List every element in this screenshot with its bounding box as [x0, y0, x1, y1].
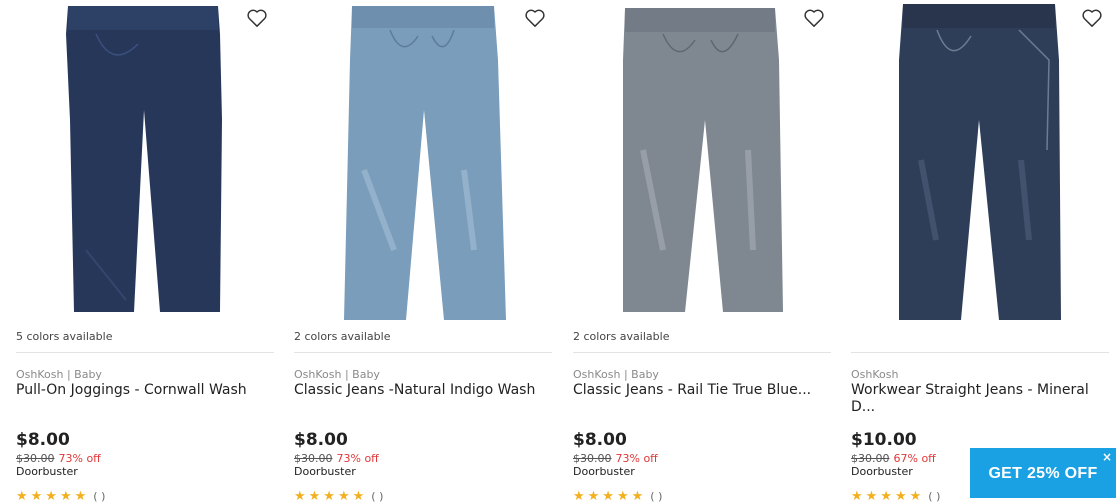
doorbuster-badge: Doorbuster: [573, 465, 635, 478]
doorbuster-badge: Doorbuster: [851, 465, 913, 478]
product-card[interactable]: 2 colors available OshKosh | Baby Classi…: [294, 0, 554, 504]
original-price-row: $30.00 73% off: [16, 452, 101, 465]
sale-price: $10.00: [851, 430, 917, 450]
original-price-row: $30.00 73% off: [573, 452, 658, 465]
star-icons: ★★★★★: [16, 489, 90, 504]
favorite-heart-icon[interactable]: [246, 8, 268, 28]
original-price: $30.00: [294, 452, 333, 465]
favorite-heart-icon[interactable]: [1081, 8, 1103, 28]
colors-available[interactable]: 2 colors available: [294, 330, 390, 343]
product-name-link[interactable]: Pull-On Joggings - Cornwall Wash: [16, 382, 247, 398]
colors-available[interactable]: 5 colors available: [16, 330, 112, 343]
promo-banner-button[interactable]: GET 25% OFF ×: [970, 448, 1116, 498]
favorite-heart-icon[interactable]: [524, 8, 546, 28]
doorbuster-badge: Doorbuster: [294, 465, 356, 478]
product-card[interactable]: 5 colors available OshKosh | Baby Pull-O…: [16, 0, 276, 504]
original-price: $30.00: [573, 452, 612, 465]
product-name-link[interactable]: Classic Jeans - Rail Tie True Blue...: [573, 382, 811, 398]
promo-label: GET 25% OFF: [988, 465, 1098, 482]
product-image[interactable]: [294, 0, 554, 325]
product-image[interactable]: [16, 0, 276, 325]
star-icons: ★★★★★: [573, 489, 647, 504]
product-image[interactable]: [573, 0, 833, 325]
review-count: ( ): [928, 490, 941, 503]
divider: [16, 352, 274, 353]
colors-available[interactable]: 2 colors available: [573, 330, 669, 343]
doorbuster-badge: Doorbuster: [16, 465, 78, 478]
product-card[interactable]: OshKosh Workwear Straight Jeans - Minera…: [851, 0, 1111, 504]
star-icons: ★★★★★: [294, 489, 368, 504]
review-count: ( ): [93, 490, 106, 503]
product-image[interactable]: [851, 0, 1111, 325]
discount-label: 73% off: [336, 452, 379, 465]
sale-price: $8.00: [16, 430, 70, 450]
jeans-image-icon: [66, 6, 222, 312]
review-count: ( ): [650, 490, 663, 503]
sale-price: $8.00: [573, 430, 627, 450]
original-price-row: $30.00 73% off: [294, 452, 379, 465]
brand-label: OshKosh: [851, 368, 899, 381]
divider: [294, 352, 552, 353]
rating-stars: ★★★★★( ): [16, 489, 105, 504]
brand-label: OshKosh | Baby: [294, 368, 380, 381]
original-price: $30.00: [16, 452, 55, 465]
product-name-link[interactable]: Workwear Straight Jeans - Mineral D...: [851, 382, 1089, 415]
product-card[interactable]: 2 colors available OshKosh | Baby Classi…: [573, 0, 833, 504]
rating-stars: ★★★★★( ): [294, 489, 383, 504]
sale-price: $8.00: [294, 430, 348, 450]
review-count: ( ): [371, 490, 384, 503]
original-price-row: $30.00 67% off: [851, 452, 936, 465]
product-grid: 5 colors available OshKosh | Baby Pull-O…: [0, 0, 1116, 504]
original-price: $30.00: [851, 452, 890, 465]
rating-stars: ★★★★★( ): [851, 489, 940, 504]
divider: [573, 352, 831, 353]
jeans-image-icon: [899, 4, 1061, 320]
product-name[interactable]: Pull-On Joggings - Cornwall Wash: [16, 382, 274, 399]
product-name[interactable]: Workwear Straight Jeans - Mineral D...: [851, 382, 1109, 416]
product-name[interactable]: Classic Jeans - Rail Tie True Blue...: [573, 382, 831, 399]
brand-label: OshKosh | Baby: [16, 368, 102, 381]
favorite-heart-icon[interactable]: [803, 8, 825, 28]
star-icons: ★★★★★: [851, 489, 925, 504]
brand-label: OshKosh | Baby: [573, 368, 659, 381]
product-name-link[interactable]: Classic Jeans -Natural Indigo Wash: [294, 382, 535, 398]
jeans-image-icon: [623, 8, 783, 312]
discount-label: 73% off: [615, 452, 658, 465]
jeans-image-icon: [344, 6, 506, 320]
divider: [851, 352, 1109, 353]
discount-label: 73% off: [58, 452, 101, 465]
product-name[interactable]: Classic Jeans -Natural Indigo Wash: [294, 382, 552, 399]
discount-label: 67% off: [893, 452, 936, 465]
close-icon[interactable]: ×: [1102, 450, 1112, 464]
rating-stars: ★★★★★( ): [573, 489, 662, 504]
